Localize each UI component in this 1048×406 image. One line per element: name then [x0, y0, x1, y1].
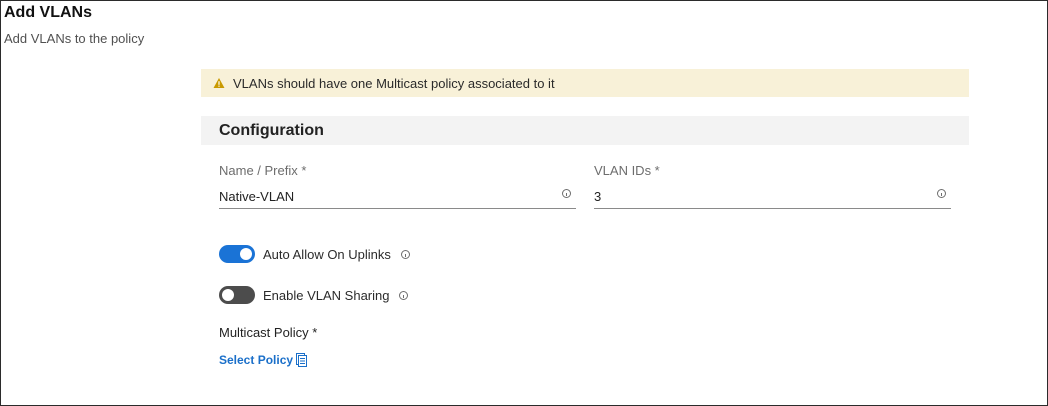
- configuration-section-header: Configuration: [201, 116, 969, 145]
- toggle-knob: [222, 289, 234, 301]
- add-vlans-panel: Add VLANs Add VLANs to the policy VLANs …: [0, 0, 1048, 406]
- toggle-knob: [240, 248, 252, 260]
- warning-text: VLANs should have one Multicast policy a…: [233, 75, 555, 91]
- vlan-ids-input[interactable]: [594, 186, 914, 206]
- vlan-ids-label: VLAN IDs *: [594, 163, 660, 178]
- section-title: Configuration: [219, 121, 324, 139]
- page-subtitle: Add VLANs to the policy: [4, 31, 145, 46]
- multicast-policy-label: Multicast Policy *: [219, 325, 318, 340]
- enable-vlan-sharing-label: Enable VLAN Sharing: [263, 287, 390, 303]
- info-icon[interactable]: [400, 249, 410, 259]
- warning-triangle-icon: [213, 77, 225, 89]
- vlan-ids-field: VLAN IDs *: [594, 163, 951, 209]
- info-icon[interactable]: [562, 189, 571, 198]
- info-icon[interactable]: [937, 189, 946, 198]
- auto-allow-uplinks-row: Auto Allow On Uplinks: [219, 245, 410, 263]
- page-title: Add VLANs: [4, 4, 92, 21]
- name-prefix-input-row: [219, 186, 576, 209]
- name-prefix-field: Name / Prefix *: [219, 163, 576, 209]
- name-prefix-input[interactable]: [219, 186, 539, 206]
- document-list-icon: [296, 353, 308, 367]
- info-icon[interactable]: [399, 290, 409, 300]
- auto-allow-uplinks-toggle[interactable]: [219, 245, 255, 263]
- enable-vlan-sharing-row: Enable VLAN Sharing: [219, 286, 409, 304]
- select-policy-label: Select Policy: [219, 353, 294, 367]
- enable-vlan-sharing-toggle[interactable]: [219, 286, 255, 304]
- vlan-ids-input-row: [594, 186, 951, 209]
- multicast-warning-banner: VLANs should have one Multicast policy a…: [201, 69, 969, 97]
- auto-allow-uplinks-label: Auto Allow On Uplinks: [263, 246, 391, 262]
- select-policy-link[interactable]: Select Policy: [219, 353, 308, 367]
- name-prefix-label: Name / Prefix *: [219, 163, 307, 178]
